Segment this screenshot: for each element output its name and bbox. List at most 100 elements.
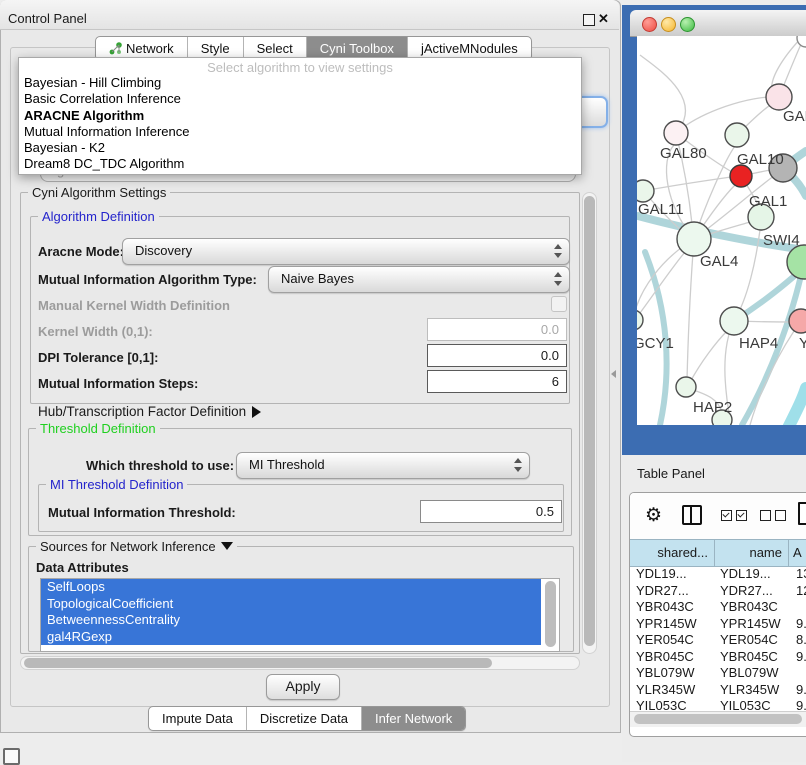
checkbox-checked-icon[interactable] [736,510,747,521]
tab-label: Infer Network [375,711,452,726]
data-attribute-item[interactable]: BetweennessCentrality [41,612,541,629]
settings-horizontal-scrollbar[interactable] [20,656,580,670]
algorithm-option[interactable]: Bayesian - K2 [19,140,581,156]
data-attribute-item[interactable]: SelfLoops [41,579,541,596]
data-attributes-list[interactable]: SelfLoopsTopologicalCoefficientBetweenne… [40,578,560,652]
network-node[interactable] [797,36,806,47]
algorithm-option[interactable]: Dream8 DC_TDC Algorithm [19,156,581,172]
algorithm-option[interactable]: Mutual Information Inference [19,124,581,140]
dpi-tolerance-label: DPI Tolerance [0,1]: [38,350,158,365]
dpi-tolerance-field[interactable]: 0.0 [427,344,567,367]
tab-label: Impute Data [162,711,233,726]
data-attribute-item[interactable]: gal4RGexp [41,629,541,646]
table-row[interactable]: YBR043CYBR043C [630,598,806,615]
table-body: YDL19...YDL19...13YDR27...YDR27...12YBR0… [630,565,806,711]
table-row[interactable]: YIL053CYIL053C9. [630,697,806,711]
tab-impute-data[interactable]: Impute Data [149,707,246,730]
table-cell: 12 [796,583,806,598]
column-header-name[interactable]: name [715,545,788,560]
close-traffic-light[interactable] [642,17,657,32]
network-node[interactable] [730,165,752,187]
mi-type-combo[interactable]: Naive Bayes [268,266,570,293]
scrollbar-thumb[interactable] [634,714,802,724]
network-node[interactable] [720,307,748,335]
table-cell: YIL053C [636,698,687,711]
network-node[interactable] [637,310,643,330]
manual-kernel-checkbox[interactable] [551,296,567,312]
columns-icon[interactable] [682,505,702,525]
algorithm-option[interactable]: Bayesian - Hill Climbing [19,75,581,91]
network-labels: GALGAL80GAL10GAL11GAL1SWI4GAL4GCY1HAP4YH… [637,108,806,416]
network-node-label: GCY1 [637,335,674,352]
minimize-traffic-light[interactable] [661,17,676,32]
aracne-mode-combo[interactable]: Discovery [122,238,570,265]
algorithm-dropdown-list: Select algorithm to view settings Bayesi… [18,57,582,175]
tab-label: Cyni Toolbox [320,41,394,56]
hub-definition-toggle[interactable]: Hub/Transcription Factor Definition [38,404,261,419]
network-node[interactable] [677,222,711,256]
table-row[interactable]: YLR345WYLR345W9. [630,681,806,698]
close-icon[interactable]: ✕ [598,11,609,27]
table-row[interactable]: YDR27...YDR27...12 [630,582,806,599]
tab-label: Select [257,41,293,56]
column-header-third[interactable]: A [789,545,806,560]
network-node[interactable] [664,121,688,145]
algorithm-option[interactable]: ARACNE Algorithm [19,108,581,124]
network-node-label: HAP2 [693,399,732,416]
kernel-width-field[interactable]: 0.0 [427,318,567,341]
data-attributes-label: Data Attributes [36,560,129,575]
gear-icon[interactable]: ⚙ [645,504,662,527]
network-node[interactable] [766,84,792,110]
algorithm-definition-legend: Algorithm Definition [38,209,159,224]
network-node[interactable] [676,377,696,397]
table-cell: 9. [796,649,806,664]
network-node[interactable] [725,123,749,147]
sources-legend-label: Sources for Network Inference [40,539,216,554]
tab-discretize-data[interactable]: Discretize Data [246,707,361,730]
float-window-icon[interactable] [583,14,595,26]
table-cell: 9. [796,616,806,631]
table-row[interactable]: YPR145WYPR145W9. [630,615,806,632]
table-cell: YLR345W [720,682,779,697]
checkbox-checked-icon[interactable] [721,510,732,521]
table-row[interactable]: YBL079WYBL079W [630,664,806,681]
table-row[interactable]: YBR045CYBR045C9. [630,648,806,665]
network-node[interactable] [637,180,654,202]
list-scrollbar[interactable] [545,581,556,647]
table-cell: YBR043C [720,599,778,614]
minimized-panel-icon[interactable] [3,748,20,765]
tab-infer-network[interactable]: Infer Network [361,707,465,730]
collapse-down-icon [221,542,233,550]
stepper-icon [553,243,562,259]
scrollbar-thumb[interactable] [584,196,595,646]
mi-threshold-field[interactable]: 0.5 [420,500,562,523]
apply-button[interactable]: Apply [266,674,340,700]
network-titlebar[interactable] [630,10,806,37]
tab-label: Discretize Data [260,711,348,726]
mi-steps-field[interactable]: 6 [427,370,567,393]
table-cell: YER054C [720,632,778,647]
checkbox-unchecked-icon[interactable] [760,510,771,521]
network-node[interactable] [789,309,806,333]
data-attribute-item[interactable]: TopologicalCoefficient [41,596,541,613]
settings-vertical-scrollbar[interactable] [582,192,597,654]
sources-legend[interactable]: Sources for Network Inference [36,539,237,554]
checkbox-unchecked-icon[interactable] [775,510,786,521]
document-icon[interactable] [798,502,806,525]
which-threshold-label: Which threshold to use: [86,458,234,473]
table-horizontal-scrollbar[interactable] [630,711,806,727]
table-cell: YBL079W [720,665,779,680]
tab-label: jActiveMNodules [421,41,518,56]
split-divider-arrow[interactable] [611,370,616,378]
table-row[interactable]: YER054CYER054C8. [630,631,806,648]
which-threshold-combo[interactable]: MI Threshold [236,452,530,479]
cyni-bottom-tabs: Impute Data Discretize Data Infer Networ… [148,706,466,731]
column-header-shared-name[interactable]: shared... [630,545,714,560]
zoom-traffic-light[interactable] [680,17,695,32]
hub-definition-label: Hub/Transcription Factor Definition [38,404,246,419]
table-row[interactable]: YDL19...YDL19...13 [630,565,806,582]
network-node-label: HAP4 [739,335,778,352]
algorithm-option[interactable]: Basic Correlation Inference [19,91,581,107]
panel-title: Control Panel [8,11,87,26]
scrollbar-thumb[interactable] [24,658,492,668]
